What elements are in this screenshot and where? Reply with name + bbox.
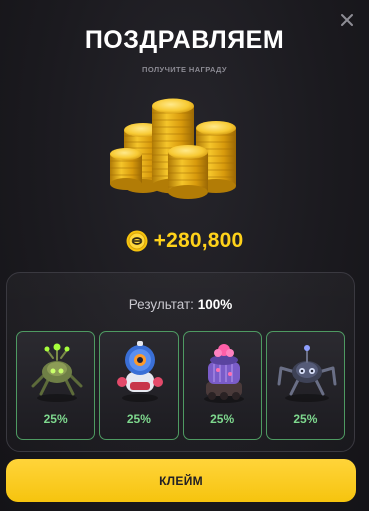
item-chance: 25% — [210, 412, 235, 426]
reward-amount-row: +280,800 — [0, 229, 369, 253]
dark-spider-bot-icon — [277, 345, 337, 402]
reward-item-blue-orange-robot[interactable]: 25% — [99, 331, 179, 440]
claim-button[interactable]: КЛЕЙМ — [6, 459, 356, 502]
dialog-subtitle: ПОЛУЧИТЕ НАГРАДУ — [142, 65, 227, 74]
coin-stack-icon — [110, 98, 236, 199]
item-chance: 25% — [293, 412, 318, 426]
reward-item-purple-cactus-bot[interactable]: 25% — [182, 331, 262, 440]
item-chance: 25% — [43, 412, 68, 426]
dialog-title: ПОЗДРАВЛЯЕМ — [84, 26, 285, 54]
reward-item-green-spider-bot[interactable]: 25% — [16, 331, 96, 440]
purple-cactus-bot-icon — [203, 344, 244, 403]
coin-icon — [126, 230, 148, 252]
green-spider-bot-icon — [31, 343, 83, 402]
result-value: 100% — [197, 297, 233, 312]
result-line: Результат: 100% — [7, 297, 354, 312]
blue-orange-robot-icon — [117, 341, 164, 402]
reward-item-dark-spider-bot[interactable]: 25% — [265, 331, 345, 440]
item-chance: 25% — [126, 412, 151, 426]
reward-amount: +280,800 — [153, 229, 244, 252]
result-card: Результат: 100% 25% 25% 25% 25% — [6, 272, 355, 452]
reward-items: 25% 25% 25% 25% — [16, 331, 345, 440]
result-label: Результат: — [128, 297, 194, 312]
